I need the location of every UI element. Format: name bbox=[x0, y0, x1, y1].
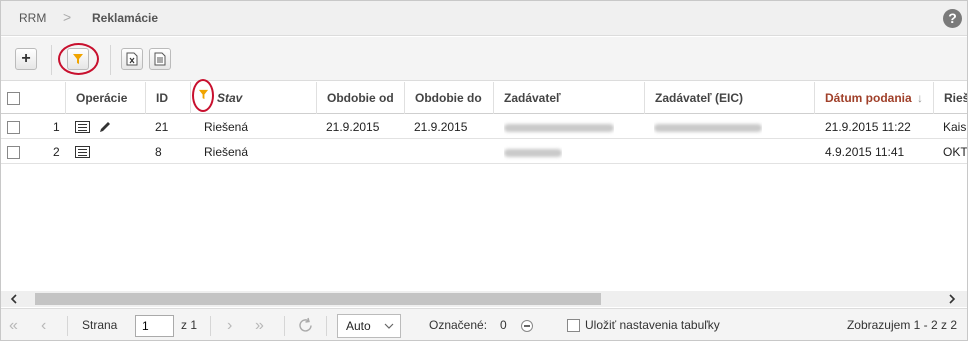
toolbar: + bbox=[1, 37, 967, 81]
select-all-checkbox[interactable] bbox=[7, 92, 20, 105]
scroll-right-icon[interactable] bbox=[947, 294, 957, 304]
row-number: 1 bbox=[53, 120, 60, 134]
marked-count: 0 bbox=[500, 318, 507, 332]
row-number: 2 bbox=[53, 145, 60, 159]
row-stav: Riešená bbox=[204, 145, 249, 159]
row-obdobie-od: 21.9.2015 bbox=[326, 120, 380, 134]
column-header-datum-podania[interactable]: Dátum podania ↓ bbox=[814, 82, 933, 114]
detail-icon[interactable] bbox=[75, 146, 90, 158]
column-header-obdobie-do[interactable]: Obdobie do bbox=[404, 82, 493, 114]
pager-separator bbox=[67, 316, 68, 336]
edit-pencil-icon[interactable] bbox=[98, 120, 112, 134]
scroll-left-icon[interactable] bbox=[9, 294, 19, 304]
export-document-button[interactable] bbox=[149, 48, 171, 70]
save-settings-checkbox[interactable] bbox=[567, 319, 580, 332]
breadcrumb-separator: > bbox=[63, 9, 72, 25]
row-id: 21 bbox=[155, 120, 169, 134]
column-header-stav-label: Stav bbox=[217, 91, 243, 105]
title-bar: RRM > Reklamácie ? bbox=[1, 1, 967, 36]
column-header-zadavatel[interactable]: Zadávateľ bbox=[493, 82, 644, 114]
row-zadavatel-redacted bbox=[504, 140, 562, 164]
column-header-datum-label: Dátum podania bbox=[825, 91, 912, 105]
row-checkbox[interactable] bbox=[7, 121, 20, 134]
pager-bar: « ‹ Strana z 1 › » Auto Označené: 0 Ulož… bbox=[1, 308, 967, 340]
chevron-down-icon bbox=[384, 323, 394, 329]
prev-page-icon[interactable]: ‹ bbox=[41, 309, 46, 340]
add-button[interactable]: + bbox=[15, 48, 37, 70]
clear-marked-icon[interactable] bbox=[521, 320, 533, 332]
help-icon[interactable]: ? bbox=[943, 9, 962, 28]
row-datum-podania: 21.9.2015 11:22 bbox=[825, 120, 911, 134]
refresh-icon[interactable] bbox=[297, 317, 314, 334]
document-icon bbox=[154, 52, 166, 66]
page-size-select[interactable]: Auto bbox=[337, 314, 401, 338]
showing-count: Zobrazujem 1 - 2 z 2 bbox=[846, 318, 957, 332]
marked-label: Označené: bbox=[429, 318, 488, 332]
column-header-obdobie-od[interactable]: Obdobie od bbox=[316, 82, 404, 114]
row-checkbox[interactable] bbox=[7, 146, 20, 159]
toolbar-separator bbox=[51, 45, 52, 75]
page-label: Strana bbox=[82, 318, 118, 332]
save-settings-label[interactable]: Uložiť nastavenia tabuľky bbox=[585, 309, 720, 340]
scrollbar-thumb[interactable] bbox=[35, 293, 601, 305]
breadcrumb-root[interactable]: RRM bbox=[19, 11, 46, 25]
highlight-ring bbox=[192, 79, 214, 112]
row-ries: Kais bbox=[943, 120, 967, 134]
table-row[interactable]: 1 21 Riešená 21.9.2015 21.9.2015 21.9.20… bbox=[1, 115, 967, 139]
first-page-icon[interactable]: « bbox=[9, 309, 18, 340]
next-page-icon[interactable]: › bbox=[227, 309, 232, 340]
column-header-id[interactable]: ID bbox=[145, 82, 190, 114]
horizontal-scrollbar[interactable] bbox=[1, 291, 967, 307]
row-id: 8 bbox=[155, 145, 162, 159]
table-row[interactable]: 2 8 Riešená 4.9.2015 11:41 OKT bbox=[1, 140, 967, 164]
page-title: Reklamácie bbox=[92, 11, 159, 25]
row-ries: OKT bbox=[943, 145, 968, 159]
pager-separator bbox=[210, 316, 211, 336]
page-count: z 1 bbox=[181, 318, 198, 332]
row-zadavatel-eic-redacted bbox=[654, 115, 762, 139]
detail-icon[interactable] bbox=[75, 121, 90, 133]
page-input[interactable] bbox=[135, 315, 174, 337]
highlight-ring bbox=[58, 43, 99, 75]
column-header-zadavatel-eic[interactable]: Zadávateľ (EIC) bbox=[644, 82, 814, 114]
row-zadavatel-redacted bbox=[504, 115, 614, 139]
column-header-ries[interactable]: Rieš bbox=[933, 82, 967, 114]
toolbar-separator bbox=[110, 45, 111, 75]
sort-descending-icon: ↓ bbox=[917, 91, 924, 105]
excel-file-icon bbox=[126, 52, 138, 66]
row-datum-podania: 4.9.2015 11:41 bbox=[825, 145, 905, 159]
pager-separator bbox=[284, 316, 285, 336]
row-stav: Riešená bbox=[204, 120, 249, 134]
row-obdobie-do: 21.9.2015 bbox=[414, 120, 468, 134]
export-excel-button[interactable] bbox=[121, 48, 143, 70]
window: RRM > Reklamácie ? + Operácie ID Stav Ob… bbox=[0, 0, 968, 341]
page-size-value: Auto bbox=[346, 319, 371, 333]
column-header-operacie[interactable]: Operácie bbox=[65, 82, 145, 114]
pager-separator bbox=[326, 316, 327, 336]
plus-icon: + bbox=[21, 50, 31, 67]
grid-header: Operácie ID Stav Obdobie od Obdobie do Z… bbox=[1, 79, 967, 114]
last-page-icon[interactable]: » bbox=[255, 309, 264, 340]
